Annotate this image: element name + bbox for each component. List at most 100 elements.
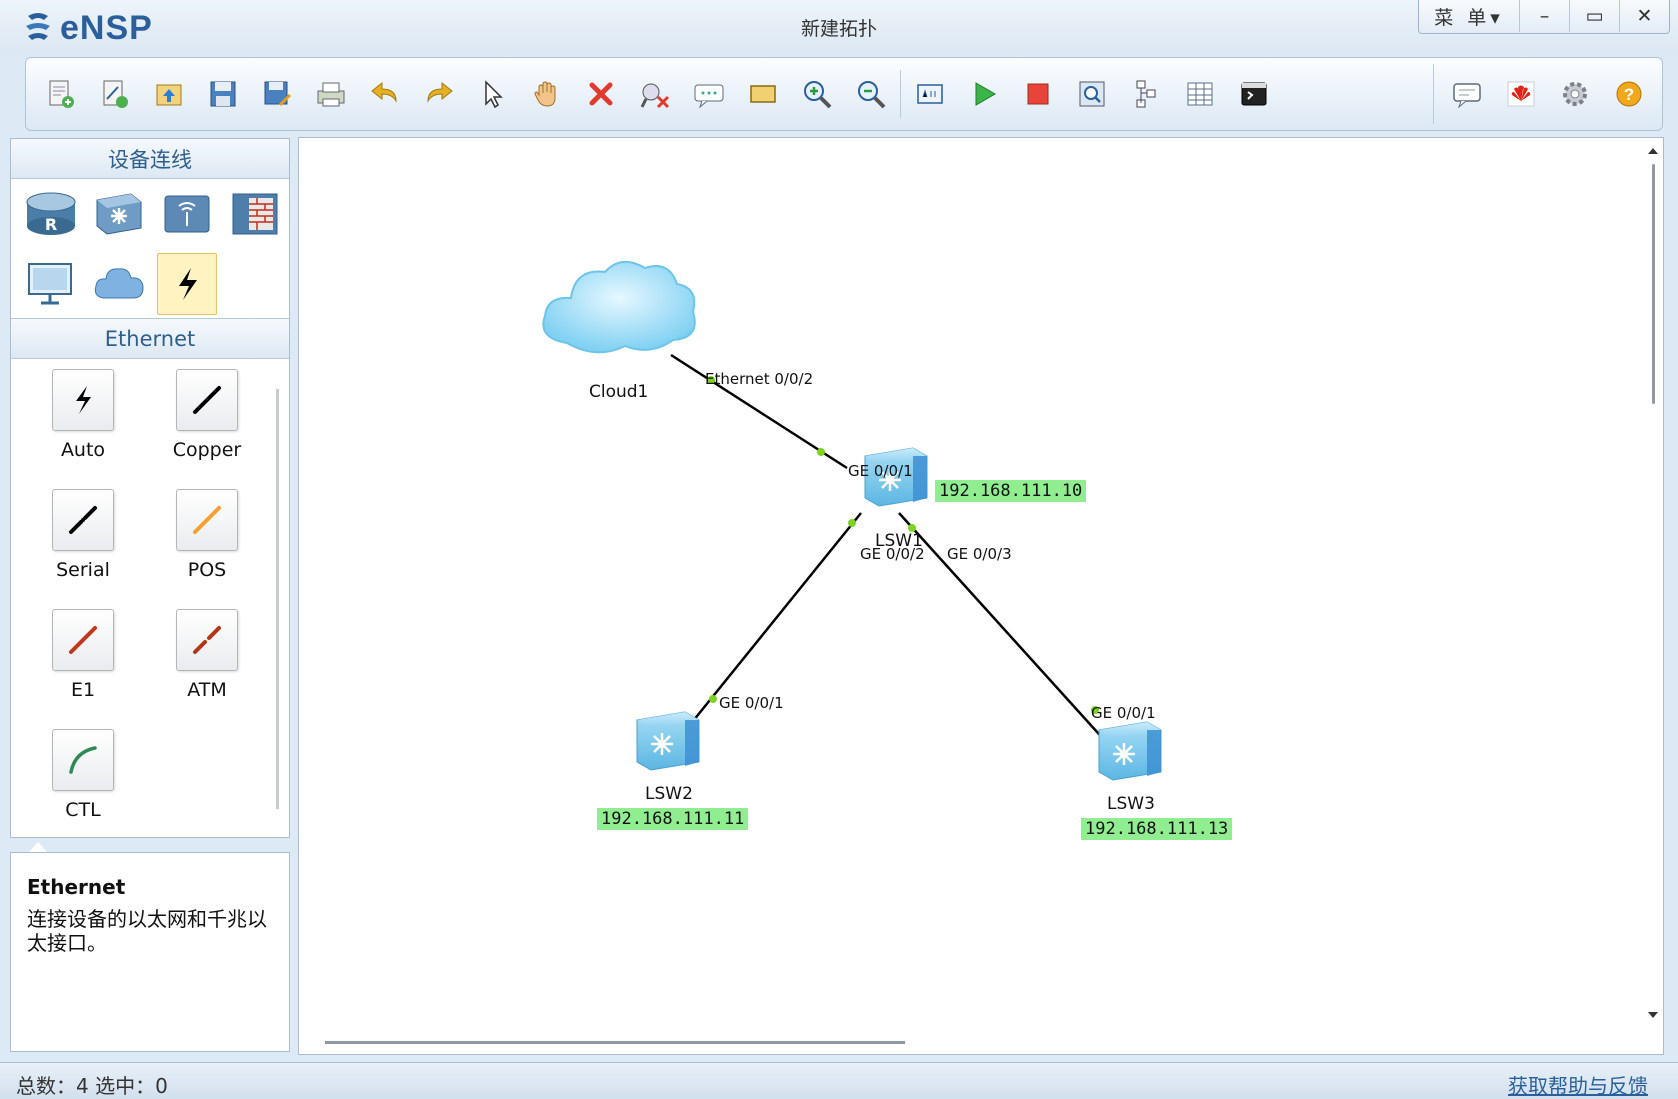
ip-label-lsw2[interactable]: 192.168.111.11 [597,808,749,830]
app-logo: eNSP [22,8,153,48]
port-dot-lsw1-ge1 [817,448,825,456]
help-icon: ? [1616,81,1642,107]
new-example-button[interactable] [88,67,142,121]
fit-window-button[interactable] [903,67,957,121]
device-firewall[interactable] [221,179,289,249]
cable-atm-box [176,609,238,671]
topology-canvas[interactable]: Cloud1 LSW1 LSW2 LSW3 192.168.111.10 192… [298,137,1664,1055]
canvas-vertical-scrollbar[interactable] [1645,142,1661,1022]
minimize-button[interactable]: – [1519,0,1569,32]
description-panel: Ethernet 连接设备的以太网和千兆以太接口。 [10,852,290,1052]
canvas-horizontal-scrollbar[interactable] [325,1041,905,1044]
zoom-out-button[interactable] [844,67,898,121]
cable-serial[interactable]: Serial [21,489,145,609]
undo-button[interactable] [358,67,412,121]
pan-button[interactable] [520,67,574,121]
grid-button[interactable] [1173,67,1227,121]
redo-icon [427,81,453,103]
save-button[interactable] [196,67,250,121]
device-label-cloud1: Cloud1 [589,382,649,402]
cable-pos-box [176,489,238,551]
cable-auto[interactable]: Auto [21,369,145,489]
status-summary: 总数：4 选中：0 [16,1074,168,1098]
start-device-icon [975,82,996,106]
ip-label-lsw3[interactable]: 192.168.111.13 [1081,818,1233,840]
cable-label: Serial [56,559,110,581]
device-panel: 设备连线 R Ethernet Auto Copper Serial POS E… [10,138,290,838]
save-icon [210,81,236,107]
device-pc[interactable] [17,249,85,319]
fit-window-icon [917,84,943,104]
cable-pos[interactable]: POS [145,489,269,609]
help-button[interactable]: ? [1602,67,1656,121]
port-label-lsw1-ge1: GE 0/0/1 [848,462,913,480]
router-icon: R [26,192,76,235]
device-cloud[interactable] [85,249,153,319]
cable-atm[interactable]: ATM [145,609,269,729]
cable-serial-box [52,489,114,551]
device-label-lsw2: LSW2 [645,784,693,804]
serial-cable-icon [69,506,97,534]
switch-icon [96,193,142,235]
vertical-scroll-thumb[interactable] [1652,164,1655,404]
rectangle-button[interactable] [736,67,790,121]
firewall-icon [232,193,278,235]
menu-button[interactable]: 菜 单▾ [1419,0,1519,32]
device-cloud1[interactable] [542,261,696,354]
cloud-icon [94,268,144,299]
wireless-icon [164,195,210,233]
settings-button[interactable] [1548,67,1602,121]
ip-label-lsw1[interactable]: 192.168.111.10 [935,480,1087,502]
start-device-button[interactable] [957,67,1011,121]
title-bar: eNSP 新建拓扑 菜 单▾ – ▭ ✕ [0,0,1678,54]
delete-button[interactable] [574,67,628,121]
console-button[interactable] [1227,67,1281,121]
stop-device-button[interactable] [1011,67,1065,121]
delete-link-button[interactable] [628,67,682,121]
select-button[interactable] [466,67,520,121]
cable-auto-box [52,369,114,431]
huawei-button[interactable] [1494,67,1548,121]
app-name: eNSP [60,8,153,47]
device-router[interactable]: R [17,179,85,249]
device-lsw3[interactable] [1097,720,1163,782]
redo-button[interactable] [412,67,466,121]
toolbar-right-group: ? [1433,64,1656,124]
cable-e1[interactable]: E1 [21,609,145,729]
capture-icon [1079,81,1105,107]
status-bar: 总数：4 选中：0 获取帮助与反馈 [0,1062,1678,1099]
topology-drawing [542,261,1163,782]
device-lsw2[interactable] [635,710,701,772]
print-button[interactable] [304,67,358,121]
e1-cable-icon [69,626,97,654]
cable-label: CTL [65,799,101,821]
capture-button[interactable] [1065,67,1119,121]
device-wlan[interactable] [153,179,221,249]
cable-list-scrollbar[interactable] [276,389,279,809]
device-cable[interactable] [157,253,217,315]
topology-button[interactable] [1119,67,1173,121]
save-as-button[interactable] [250,67,304,121]
zoom-in-button[interactable] [790,67,844,121]
pos-cable-icon [193,506,221,534]
chat-button[interactable] [1440,67,1494,121]
cable-ctl[interactable]: CTL [21,729,145,849]
toolbar-separator [900,70,901,118]
close-button[interactable]: ✕ [1619,0,1669,32]
description-text: 连接设备的以太网和千兆以太接口。 [27,907,267,955]
cable-label: E1 [70,679,96,701]
atm-cable-icon [193,626,221,654]
help-feedback-link[interactable]: 获取帮助与反馈 [1508,1070,1648,1099]
cable-copper[interactable]: Copper [145,369,269,489]
stop-device-icon [1027,83,1049,105]
delete-icon [589,82,613,106]
cable-list: Auto Copper Serial POS E1 ATM CTL [11,359,289,837]
port-label-lsw1-ge2: GE 0/0/2 [860,545,925,563]
port-label-lsw2-ge1: GE 0/0/1 [719,694,784,712]
text-note-button[interactable] [682,67,736,121]
device-switch[interactable] [85,179,153,249]
maximize-button[interactable]: ▭ [1569,0,1619,32]
open-button[interactable] [142,67,196,121]
new-example-icon [103,80,128,108]
new-topology-button[interactable] [34,67,88,121]
